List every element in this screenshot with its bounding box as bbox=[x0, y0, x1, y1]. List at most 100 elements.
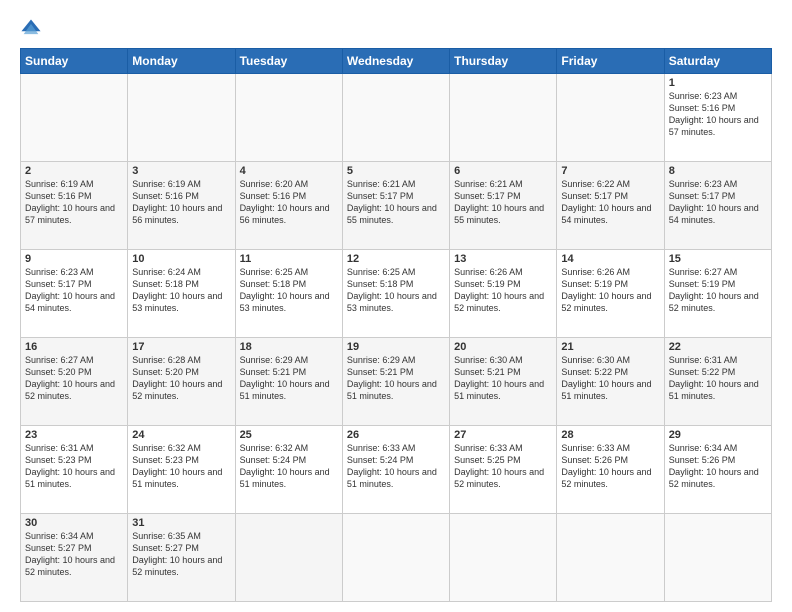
calendar-header-wednesday: Wednesday bbox=[342, 49, 449, 74]
calendar-cell: 18Sunrise: 6:29 AMSunset: 5:21 PMDayligh… bbox=[235, 338, 342, 426]
day-number: 13 bbox=[454, 253, 552, 265]
calendar-cell: 1 Sunrise: 6:23 AMSunset: 5:16 PMDaylight… bbox=[664, 74, 771, 162]
day-info: Sunrise: 6:22 AMSunset: 5:17 PMDaylight:… bbox=[561, 179, 651, 225]
day-info: Sunrise: 6:26 AMSunset: 5:19 PMDaylight:… bbox=[454, 267, 544, 313]
day-info: Sunrise: 6:34 AMSunset: 5:26 PMDaylight:… bbox=[669, 443, 759, 489]
calendar-cell: 11Sunrise: 6:25 AMSunset: 5:18 PMDayligh… bbox=[235, 250, 342, 338]
calendar-cell: 5 Sunrise: 6:21 AMSunset: 5:17 PMDaylight… bbox=[342, 162, 449, 250]
calendar-cell bbox=[664, 514, 771, 602]
day-number: 16 bbox=[25, 341, 123, 353]
calendar-cell bbox=[450, 74, 557, 162]
day-info: Sunrise: 6:27 AMSunset: 5:19 PMDaylight:… bbox=[669, 267, 759, 313]
day-number: 30 bbox=[25, 517, 123, 529]
calendar-cell: 20 Sunrise: 6:30 AMSunset: 5:21 PMDayligh… bbox=[450, 338, 557, 426]
calendar-header-tuesday: Tuesday bbox=[235, 49, 342, 74]
calendar-cell: 7 Sunrise: 6:22 AMSunset: 5:17 PMDaylight… bbox=[557, 162, 664, 250]
day-number: 10 bbox=[132, 253, 230, 265]
day-number: 23 bbox=[25, 429, 123, 441]
calendar-cell: 22 Sunrise: 6:31 AMSunset: 5:22 PMDayligh… bbox=[664, 338, 771, 426]
header bbox=[20, 18, 772, 40]
calendar-cell: 6 Sunrise: 6:21 AMSunset: 5:17 PMDaylight… bbox=[450, 162, 557, 250]
day-info: Sunrise: 6:29 AMSunset: 5:21 PMDaylight:… bbox=[347, 355, 437, 401]
calendar-cell: 15 Sunrise: 6:27 AMSunset: 5:19 PMDayligh… bbox=[664, 250, 771, 338]
day-number: 31 bbox=[132, 517, 230, 529]
calendar-cell: 17 Sunrise: 6:28 AMSunset: 5:20 PMDayligh… bbox=[128, 338, 235, 426]
day-number: 5 bbox=[347, 165, 445, 177]
day-number: 18 bbox=[240, 341, 338, 353]
calendar-cell: 16Sunrise: 6:27 AMSunset: 5:20 PMDayligh… bbox=[21, 338, 128, 426]
day-number: 28 bbox=[561, 429, 659, 441]
calendar-cell: 29 Sunrise: 6:34 AMSunset: 5:26 PMDayligh… bbox=[664, 426, 771, 514]
day-number: 29 bbox=[669, 429, 767, 441]
day-info: Sunrise: 6:24 AMSunset: 5:18 PMDaylight:… bbox=[132, 267, 222, 313]
day-info: Sunrise: 6:21 AMSunset: 5:17 PMDaylight:… bbox=[454, 179, 544, 225]
calendar-cell: 25 Sunrise: 6:32 AMSunset: 5:24 PMDayligh… bbox=[235, 426, 342, 514]
day-info: Sunrise: 6:21 AMSunset: 5:17 PMDaylight:… bbox=[347, 179, 437, 225]
calendar-cell bbox=[557, 514, 664, 602]
calendar-cell bbox=[128, 74, 235, 162]
day-number: 14 bbox=[561, 253, 659, 265]
calendar-cell bbox=[235, 74, 342, 162]
calendar-cell bbox=[342, 74, 449, 162]
day-info: Sunrise: 6:23 AMSunset: 5:16 PMDaylight:… bbox=[669, 91, 759, 137]
logo-icon bbox=[20, 18, 42, 40]
calendar-cell: 26 Sunrise: 6:33 AMSunset: 5:24 PMDayligh… bbox=[342, 426, 449, 514]
calendar-cell bbox=[450, 514, 557, 602]
calendar-cell: 14 Sunrise: 6:26 AMSunset: 5:19 PMDayligh… bbox=[557, 250, 664, 338]
day-info: Sunrise: 6:28 AMSunset: 5:20 PMDaylight:… bbox=[132, 355, 222, 401]
day-info: Sunrise: 6:26 AMSunset: 5:19 PMDaylight:… bbox=[561, 267, 651, 313]
calendar-cell: 28Sunrise: 6:33 AMSunset: 5:26 PMDayligh… bbox=[557, 426, 664, 514]
day-info: Sunrise: 6:32 AMSunset: 5:24 PMDaylight:… bbox=[240, 443, 330, 489]
calendar-cell: 9Sunrise: 6:23 AMSunset: 5:17 PMDaylight… bbox=[21, 250, 128, 338]
day-number: 22 bbox=[669, 341, 767, 353]
calendar-cell: 19 Sunrise: 6:29 AMSunset: 5:21 PMDayligh… bbox=[342, 338, 449, 426]
calendar-header-sunday: Sunday bbox=[21, 49, 128, 74]
calendar-header-thursday: Thursday bbox=[450, 49, 557, 74]
day-info: Sunrise: 6:33 AMSunset: 5:25 PMDaylight:… bbox=[454, 443, 544, 489]
calendar-week-row: 23 Sunrise: 6:31 AMSunset: 5:23 PMDayligh… bbox=[21, 426, 772, 514]
calendar-header-friday: Friday bbox=[557, 49, 664, 74]
day-info: Sunrise: 6:25 AMSunset: 5:18 PMDaylight:… bbox=[240, 267, 330, 313]
day-info: Sunrise: 6:35 AMSunset: 5:27 PMDaylight:… bbox=[132, 531, 222, 577]
day-number: 20 bbox=[454, 341, 552, 353]
calendar-cell: 2 Sunrise: 6:19 AMSunset: 5:16 PMDaylight… bbox=[21, 162, 128, 250]
day-info: Sunrise: 6:30 AMSunset: 5:22 PMDaylight:… bbox=[561, 355, 651, 401]
calendar-cell: 23 Sunrise: 6:31 AMSunset: 5:23 PMDayligh… bbox=[21, 426, 128, 514]
day-info: Sunrise: 6:33 AMSunset: 5:24 PMDaylight:… bbox=[347, 443, 437, 489]
logo bbox=[20, 18, 46, 40]
day-info: Sunrise: 6:30 AMSunset: 5:21 PMDaylight:… bbox=[454, 355, 544, 401]
day-info: Sunrise: 6:19 AMSunset: 5:16 PMDaylight:… bbox=[25, 179, 115, 225]
day-number: 21 bbox=[561, 341, 659, 353]
day-number: 3 bbox=[132, 165, 230, 177]
day-info: Sunrise: 6:31 AMSunset: 5:22 PMDaylight:… bbox=[669, 355, 759, 401]
day-info: Sunrise: 6:20 AMSunset: 5:16 PMDaylight:… bbox=[240, 179, 330, 225]
day-number: 6 bbox=[454, 165, 552, 177]
calendar-cell bbox=[342, 514, 449, 602]
calendar-cell: 3 Sunrise: 6:19 AMSunset: 5:16 PMDaylight… bbox=[128, 162, 235, 250]
calendar-cell: 31 Sunrise: 6:35 AMSunset: 5:27 PMDayligh… bbox=[128, 514, 235, 602]
day-number: 8 bbox=[669, 165, 767, 177]
day-number: 26 bbox=[347, 429, 445, 441]
calendar-cell: 4 Sunrise: 6:20 AMSunset: 5:16 PMDaylight… bbox=[235, 162, 342, 250]
day-number: 25 bbox=[240, 429, 338, 441]
calendar-week-row: 2 Sunrise: 6:19 AMSunset: 5:16 PMDaylight… bbox=[21, 162, 772, 250]
calendar-header-monday: Monday bbox=[128, 49, 235, 74]
day-number: 1 bbox=[669, 77, 767, 89]
day-number: 7 bbox=[561, 165, 659, 177]
calendar-cell: 21 Sunrise: 6:30 AMSunset: 5:22 PMDayligh… bbox=[557, 338, 664, 426]
day-number: 2 bbox=[25, 165, 123, 177]
calendar-week-row: 16Sunrise: 6:27 AMSunset: 5:20 PMDayligh… bbox=[21, 338, 772, 426]
day-number: 17 bbox=[132, 341, 230, 353]
day-number: 19 bbox=[347, 341, 445, 353]
day-number: 4 bbox=[240, 165, 338, 177]
calendar-week-row: 9Sunrise: 6:23 AMSunset: 5:17 PMDaylight… bbox=[21, 250, 772, 338]
day-info: Sunrise: 6:31 AMSunset: 5:23 PMDaylight:… bbox=[25, 443, 115, 489]
calendar-cell bbox=[21, 74, 128, 162]
calendar-cell: 13 Sunrise: 6:26 AMSunset: 5:19 PMDayligh… bbox=[450, 250, 557, 338]
day-number: 15 bbox=[669, 253, 767, 265]
calendar-header-row: SundayMondayTuesdayWednesdayThursdayFrid… bbox=[21, 49, 772, 74]
day-info: Sunrise: 6:19 AMSunset: 5:16 PMDaylight:… bbox=[132, 179, 222, 225]
calendar-cell bbox=[557, 74, 664, 162]
calendar-cell: 27 Sunrise: 6:33 AMSunset: 5:25 PMDayligh… bbox=[450, 426, 557, 514]
day-number: 27 bbox=[454, 429, 552, 441]
